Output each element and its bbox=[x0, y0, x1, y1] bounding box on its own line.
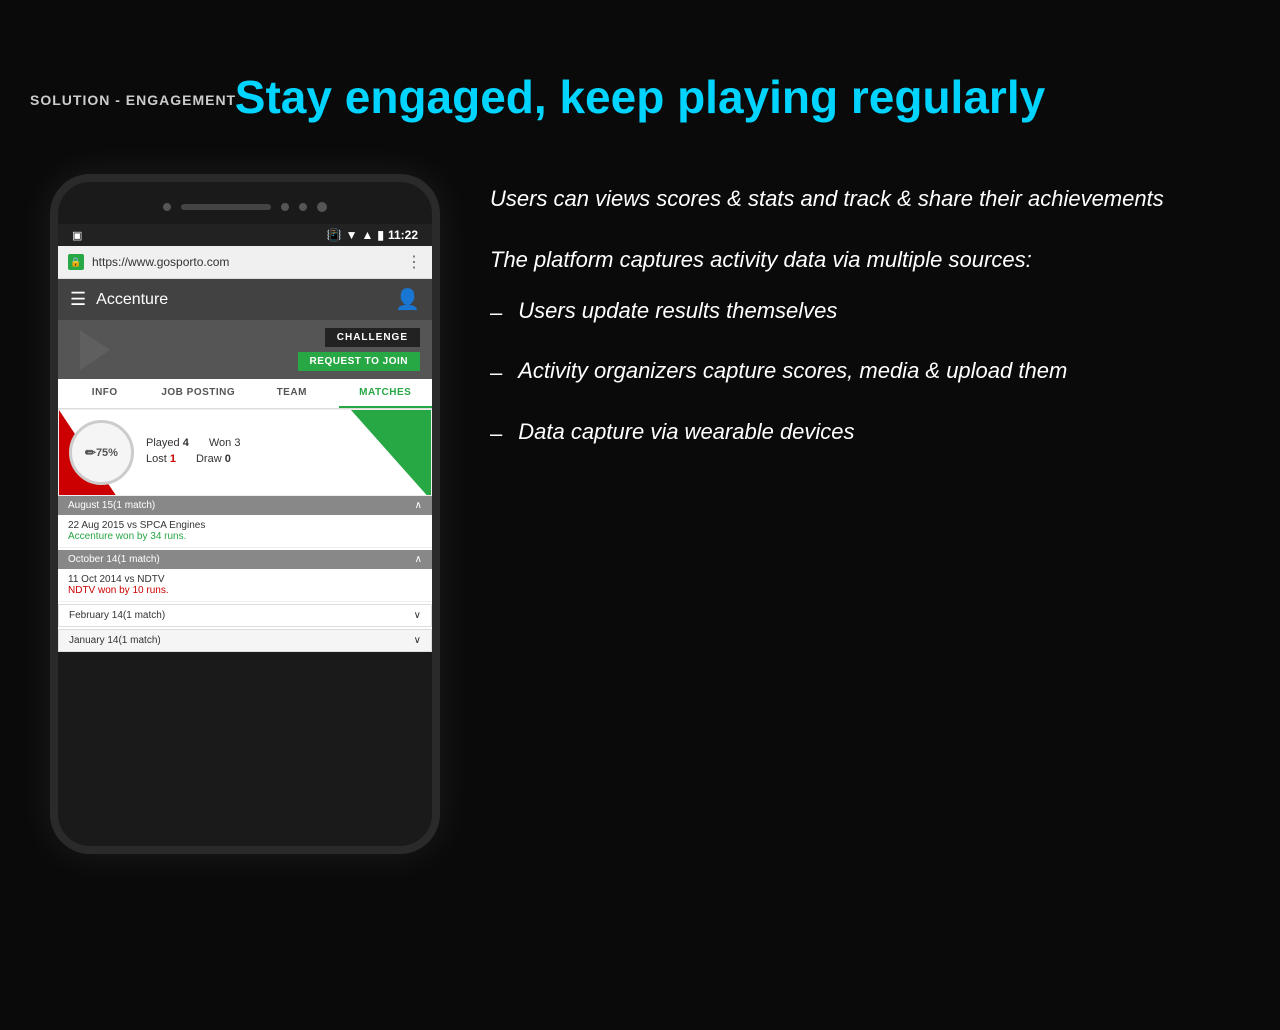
match-detail-october: 11 Oct 2014 vs NDTV NDTV won by 10 runs. bbox=[58, 569, 432, 602]
browser-bar: 🔒 https://www.gosporto.com ⋮ bbox=[58, 246, 432, 279]
phone-container: ▣ 📳 ▼ ▲ ▮ 11:22 🔒 https://www.gosporto.c… bbox=[40, 174, 450, 854]
pencil-icon: ✏ bbox=[85, 445, 96, 461]
bullet-item-3: – Data capture via wearable devices bbox=[490, 417, 1240, 450]
hamburger-icon[interactable]: ☰ bbox=[70, 289, 86, 310]
challenge-button[interactable]: CHALLENGE bbox=[325, 328, 420, 347]
month-row-january[interactable]: January 14(1 match) ∨ bbox=[58, 629, 432, 652]
phone-speaker bbox=[181, 204, 271, 210]
month-row-february[interactable]: February 14(1 match) ∨ bbox=[58, 604, 432, 627]
chevron-up-icon-august: ∧ bbox=[415, 500, 422, 511]
won-label: Won 3 bbox=[209, 437, 241, 449]
phone-dot-3 bbox=[299, 203, 307, 211]
user-icon[interactable]: 👤 bbox=[395, 287, 420, 312]
browser-menu-icon[interactable]: ⋮ bbox=[406, 252, 422, 272]
status-right: 📳 ▼ ▲ ▮ 11:22 bbox=[327, 228, 418, 242]
status-icon: ▣ bbox=[72, 229, 82, 242]
lock-icon: 🔒 bbox=[68, 254, 84, 270]
bullet-dash-1: – bbox=[490, 298, 502, 329]
vibrate-icon: 📳 bbox=[327, 228, 342, 242]
bullet-text-1: Users update results themselves bbox=[518, 296, 837, 327]
request-join-button[interactable]: REQUEST TO JOIN bbox=[298, 352, 420, 371]
phone-screen: ▣ 📳 ▼ ▲ ▮ 11:22 🔒 https://www.gosporto.c… bbox=[58, 224, 432, 652]
chevron-down-icon-feb: ∨ bbox=[414, 610, 421, 621]
status-left: ▣ bbox=[72, 229, 82, 242]
bullet-dash-2: – bbox=[490, 358, 502, 389]
content-area: ▣ 📳 ▼ ▲ ▮ 11:22 🔒 https://www.gosporto.c… bbox=[0, 174, 1280, 854]
month-row-august[interactable]: August 15(1 match) ∧ bbox=[58, 496, 432, 515]
draw-label: Draw 0 bbox=[196, 453, 231, 465]
phone-dot-1 bbox=[163, 203, 171, 211]
slide-label: SOLUTION - ENGAGEMENT bbox=[30, 92, 236, 108]
challenge-section: CHALLENGE REQUEST TO JOIN bbox=[58, 320, 432, 379]
green-triangle bbox=[351, 410, 431, 496]
chevron-down-icon-jan: ∨ bbox=[414, 635, 421, 646]
bullet-item-1: – Users update results themselves bbox=[490, 296, 1240, 329]
bullet-list: – Users update results themselves – Acti… bbox=[490, 296, 1240, 450]
match-section: August 15(1 match) ∧ 22 Aug 2015 vs SPCA… bbox=[58, 496, 432, 652]
challenge-logo bbox=[70, 325, 120, 375]
bullet-text-2: Activity organizers capture scores, medi… bbox=[518, 356, 1067, 387]
wifi-icon: ▼ bbox=[346, 228, 358, 242]
percent-label: 75% bbox=[96, 447, 118, 459]
played-label: Played 4 bbox=[146, 437, 189, 449]
intro-text: Users can views scores & stats and track… bbox=[490, 184, 1240, 215]
status-bar: ▣ 📳 ▼ ▲ ▮ 11:22 bbox=[58, 224, 432, 246]
stats-circle: ✏ 75% bbox=[69, 420, 134, 485]
right-content: Users can views scores & stats and track… bbox=[490, 174, 1240, 478]
stats-card: ✏ 75% Played 4 Won 3 bbox=[58, 409, 432, 496]
signal-icon: ▲ bbox=[361, 228, 373, 242]
bullet-dash-3: – bbox=[490, 419, 502, 450]
bullet-text-3: Data capture via wearable devices bbox=[518, 417, 854, 448]
tab-info[interactable]: INFO bbox=[58, 379, 152, 408]
lost-label: Lost 1 bbox=[146, 453, 176, 465]
platform-text: The platform captures activity data via … bbox=[490, 245, 1240, 276]
browser-url[interactable]: https://www.gosporto.com bbox=[92, 255, 398, 269]
phone-top-bar bbox=[58, 202, 432, 212]
phone-camera bbox=[317, 202, 327, 212]
time-display: 11:22 bbox=[388, 228, 418, 242]
chevron-up-icon-october: ∧ bbox=[415, 554, 422, 565]
match-detail-august: 22 Aug 2015 vs SPCA Engines Accenture wo… bbox=[58, 515, 432, 548]
bullet-item-2: – Activity organizers capture scores, me… bbox=[490, 356, 1240, 389]
tabs-bar: INFO JOB POSTING TEAM MATCHES bbox=[58, 379, 432, 409]
tab-matches[interactable]: MATCHES bbox=[339, 379, 433, 408]
month-row-october[interactable]: October 14(1 match) ∧ bbox=[58, 550, 432, 569]
phone-mockup: ▣ 📳 ▼ ▲ ▮ 11:22 🔒 https://www.gosporto.c… bbox=[50, 174, 440, 854]
tab-job-posting[interactable]: JOB POSTING bbox=[152, 379, 246, 408]
battery-icon: ▮ bbox=[377, 228, 384, 242]
app-title: Accenture bbox=[96, 291, 385, 309]
app-header: ☰ Accenture 👤 bbox=[58, 279, 432, 320]
phone-dot-2 bbox=[281, 203, 289, 211]
tab-team[interactable]: TEAM bbox=[245, 379, 339, 408]
